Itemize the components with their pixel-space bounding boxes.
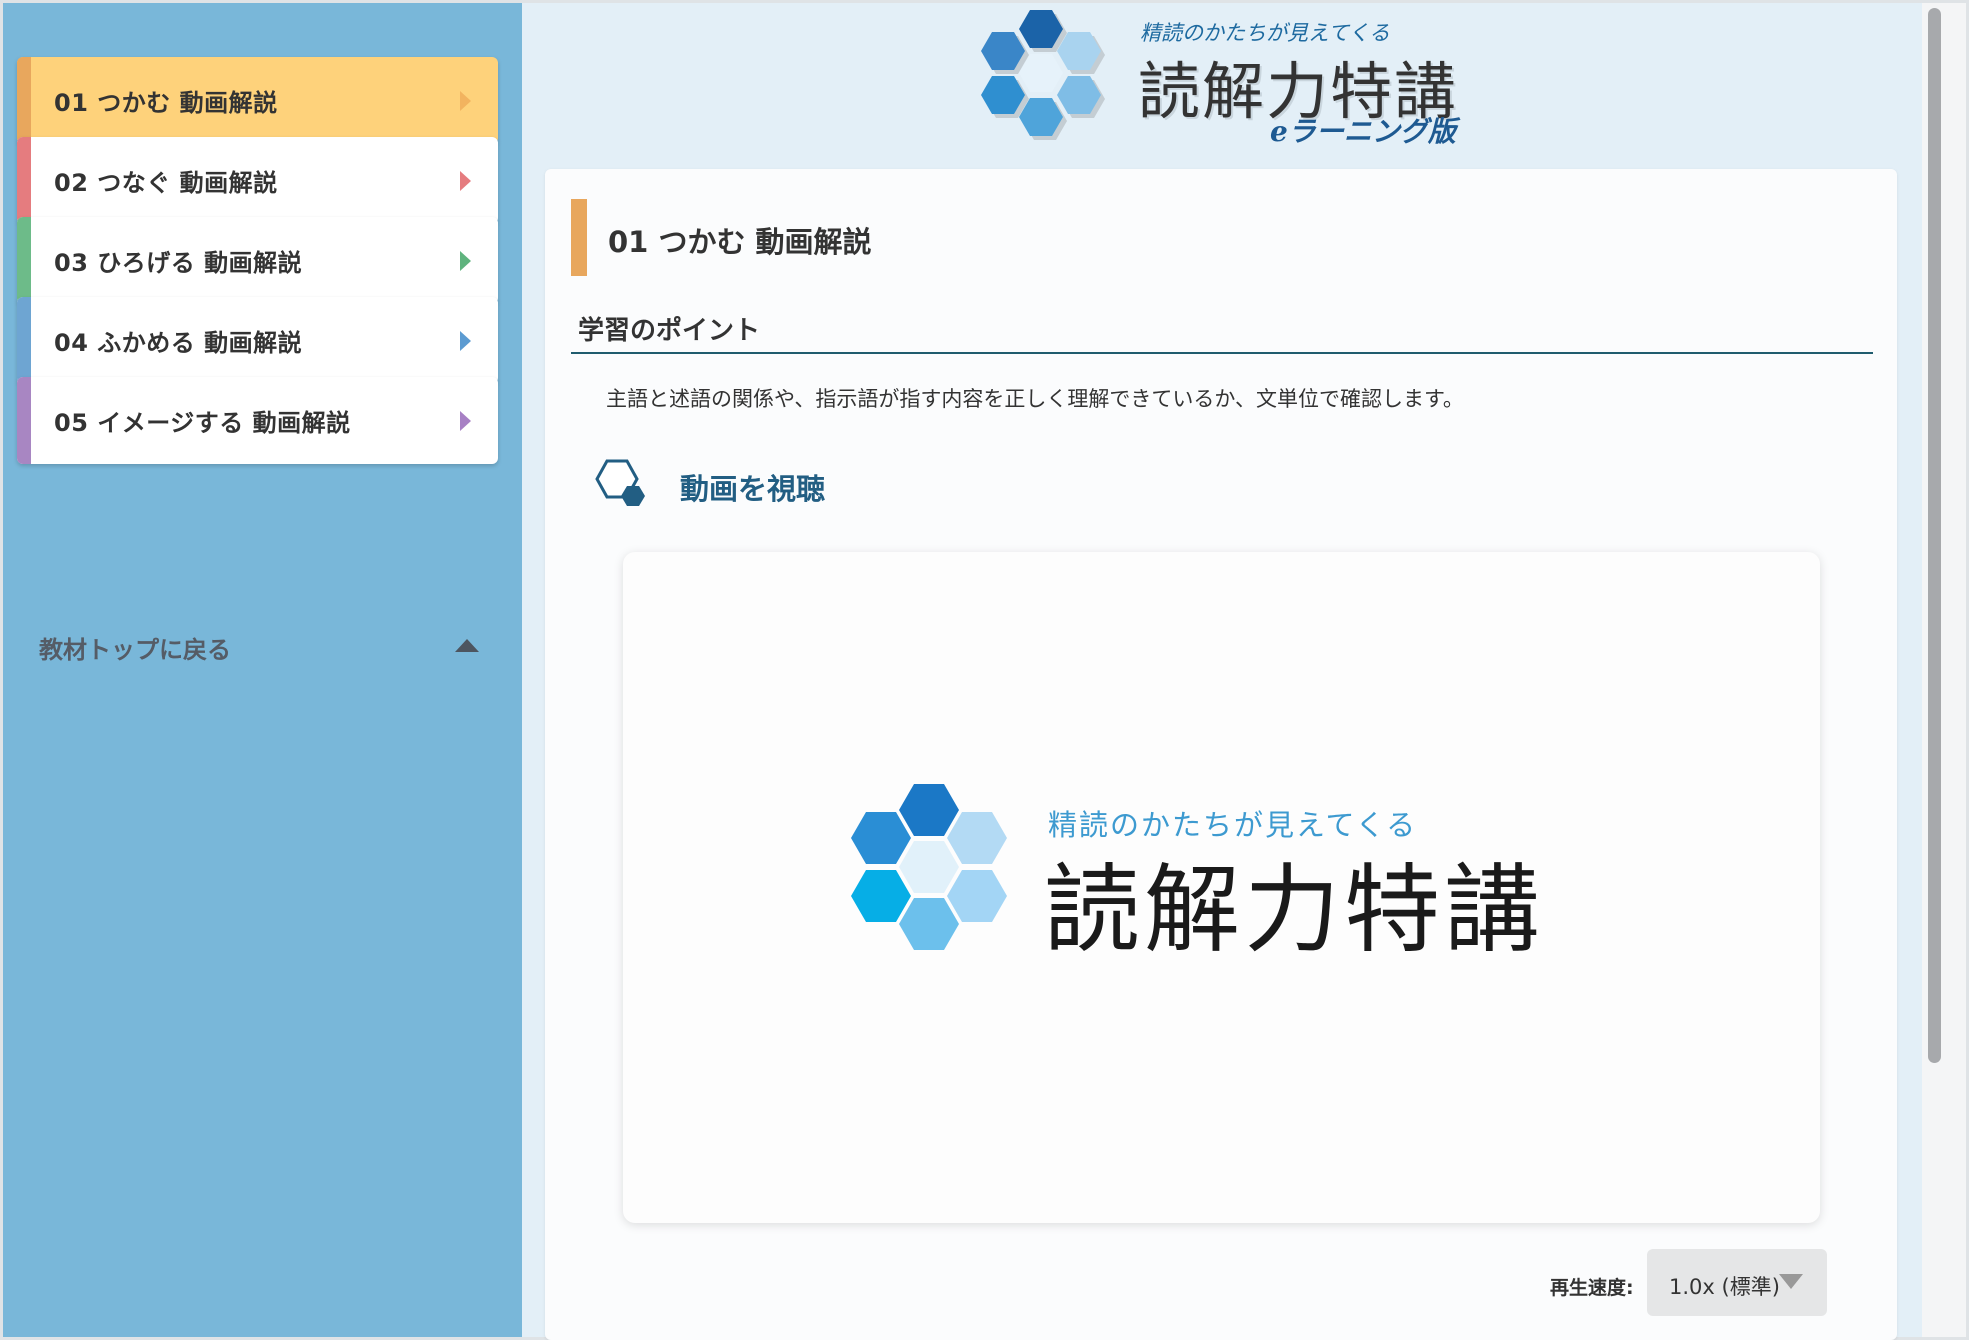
logo-subtitle: eラーニング版 [1270, 115, 1456, 148]
item-color-bar [17, 57, 31, 144]
item-color-bar [17, 217, 31, 304]
playback-speed-value: 1.0x (標準) [1669, 1275, 1780, 1299]
chevron-right-icon [460, 330, 471, 351]
video-logo: 精読のかたちが見えてくる 読解力特講 [836, 782, 1636, 1002]
main-panel: 01 つかむ 動画解説 学習のポイント 主語と述語の関係や、指示語が指す内容を正… [545, 169, 1897, 1340]
puzzle-hexagon-logo-icon [851, 784, 1007, 950]
back-to-top-label: 教材トップに戻る [39, 635, 231, 664]
puzzle-hexagon-logo-icon [981, 10, 1105, 140]
sidebar-item-05[interactable]: 05 イメージする 動画解説 [17, 377, 498, 464]
chevron-right-icon [460, 250, 471, 271]
item-color-bar [17, 377, 31, 464]
sidebar-item-03[interactable]: 03 ひろげる 動画解説 [17, 217, 498, 304]
sidebar-item-02[interactable]: 02 つなぐ 動画解説 [17, 137, 498, 224]
sidebar-item-label: 05 イメージする 動画解説 [54, 409, 351, 437]
video-logo-title: 読解力特講 [1044, 854, 1544, 966]
sidebar-item-label: 01 つかむ 動画解説 [54, 89, 278, 117]
chevron-right-icon [460, 410, 471, 431]
playback-speed-select[interactable]: 1.0x (標準) [1647, 1249, 1827, 1316]
hexagon-icon [595, 459, 645, 506]
scrollbar-thumb[interactable] [1928, 8, 1941, 1063]
playback-speed-row: 再生速度: 1.0x (標準) [545, 1249, 1897, 1319]
watch-video-label: 動画を視聴 [680, 472, 826, 506]
triangle-up-icon [455, 639, 479, 652]
chevron-right-icon [460, 170, 471, 191]
section-heading: 学習のポイント [578, 316, 761, 346]
sidebar: 01 つかむ 動画解説 02 つなぐ 動画解説 03 ひろげる 動画解説 04 … [3, 3, 522, 1337]
chevron-right-icon [460, 90, 471, 111]
page-title: 01 つかむ 動画解説 [608, 225, 872, 259]
back-to-top-link[interactable]: 教材トップに戻る [39, 627, 479, 667]
sidebar-item-label: 02 つなぐ 動画解説 [54, 169, 278, 197]
section-divider [571, 352, 1873, 354]
chevron-down-icon [1779, 1274, 1803, 1289]
sidebar-item-04[interactable]: 04 ふかめる 動画解説 [17, 297, 498, 384]
sidebar-item-label: 03 ひろげる 動画解説 [54, 249, 303, 277]
item-color-bar [17, 137, 31, 224]
video-player[interactable]: 精読のかたちが見えてくる 読解力特講 [623, 552, 1820, 1223]
learning-point-text: 主語と述語の関係や、指示語が指す内容を正しく理解できているか、文単位で確認します… [606, 387, 1464, 411]
playback-speed-label: 再生速度: [1550, 1277, 1634, 1299]
sidebar-item-01[interactable]: 01 つかむ 動画解説 [17, 57, 498, 144]
sidebar-item-label: 04 ふかめる 動画解説 [54, 329, 303, 357]
header-logo: 精読のかたちが見えてくる 読解力特講 eラーニング版 [970, 5, 1470, 155]
title-accent-bar [571, 199, 587, 276]
item-color-bar [17, 297, 31, 384]
